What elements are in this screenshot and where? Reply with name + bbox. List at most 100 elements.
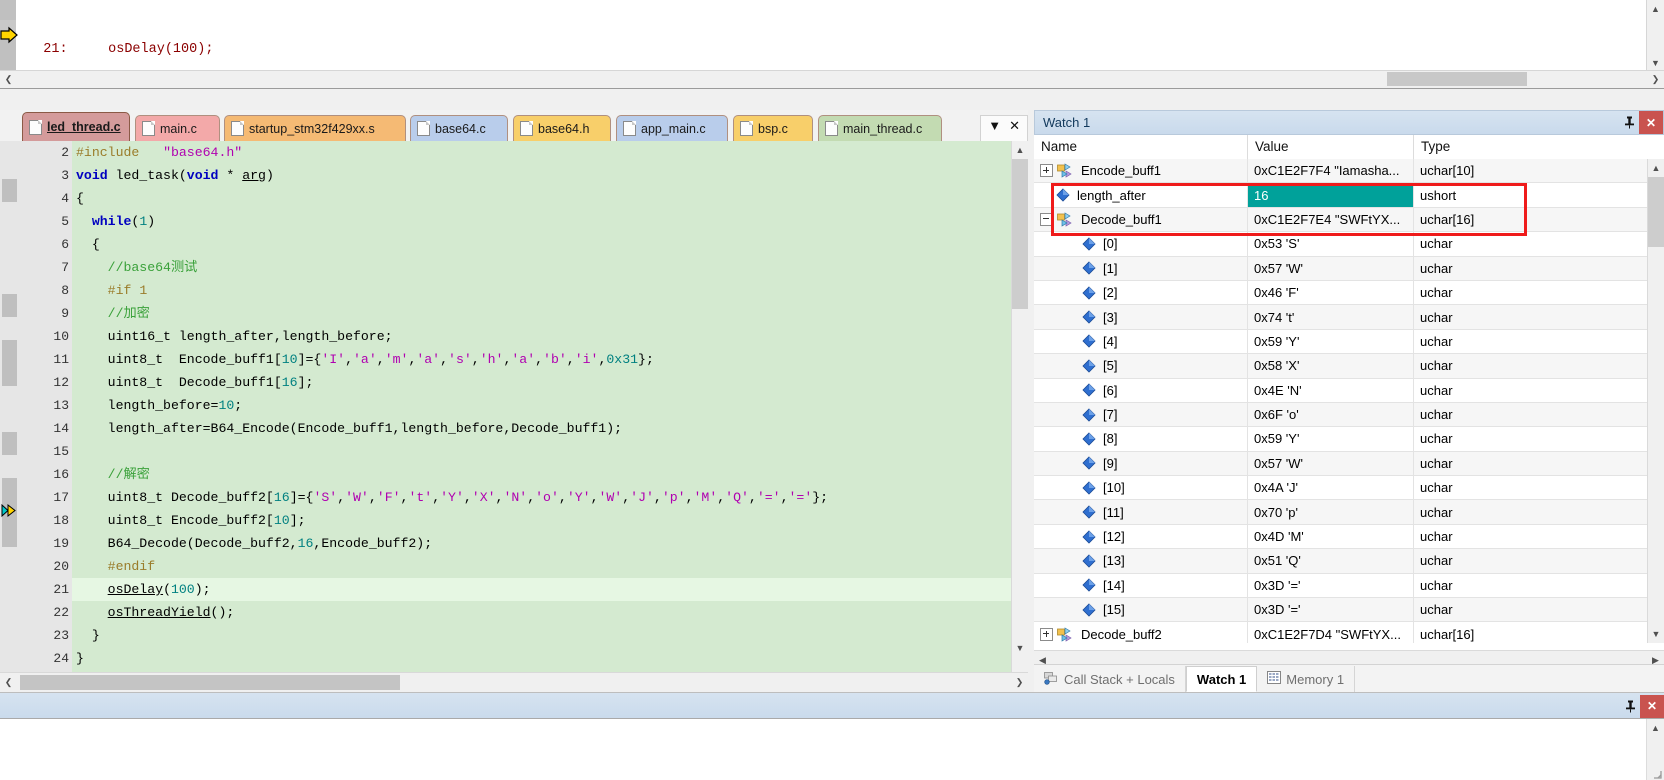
editor-tab-bar[interactable]: led_thread.c main.c startup_stm32f429xx.s b… [0, 110, 1028, 143]
watch-row[interactable]: [6] 0x4E 'N' uchar [1034, 378, 1648, 403]
code-line[interactable]: //解密 [72, 463, 1028, 486]
code-line[interactable]: uint8_t Decode_buff1[16]; [72, 371, 1028, 394]
watch-cell-name[interactable]: [15] [1034, 598, 1248, 622]
watch-cell-value[interactable]: 0x57 'W' [1248, 451, 1414, 476]
tab-close-icon[interactable]: ✕ [1009, 119, 1020, 132]
watch-row[interactable]: [9] 0x57 'W' uchar [1034, 451, 1648, 477]
watch-row[interactable]: [12] 0x4D 'M' uchar [1034, 524, 1648, 550]
scroll-down-icon[interactable]: ▼ [1012, 639, 1028, 656]
disassembly-pane[interactable]: 21: osDelay(100); 0x08006676 2064 MOVS r… [0, 0, 1664, 89]
watch-cell-name[interactable]: [12] [1034, 524, 1248, 549]
editor-tab-app-main-c[interactable]: app_main.c [616, 115, 728, 141]
scroll-down-icon[interactable]: ▼ [1647, 54, 1664, 71]
column-header-value[interactable]: Value [1248, 135, 1414, 159]
editor-tab-bsp-c[interactable]: bsp.c [733, 115, 813, 141]
watch-rows[interactable]: Encode_buff1 0xC1E2F7F4 "Iamasha... uchar[… [1034, 159, 1648, 643]
scroll-down-icon[interactable]: ▼ [1648, 625, 1664, 642]
watch-row[interactable]: [1] 0x57 'W' uchar [1034, 256, 1648, 281]
scroll-left-icon[interactable]: ❮ [0, 71, 17, 88]
watch-row[interactable]: [14] 0x3D '=' uchar [1034, 573, 1648, 599]
watch-cell-value[interactable]: 0x53 'S' [1248, 232, 1414, 256]
watch-table[interactable]: Name Value Type Encode_buff1 0xC1E2F7F4 "… [1034, 135, 1664, 665]
watch-cell-name[interactable]: [7] [1034, 402, 1248, 427]
code-gutter[interactable] [0, 141, 18, 673]
code-line[interactable]: uint8_t Encode_buff1[10]={'I','a','m','a… [72, 348, 1028, 371]
watch-row[interactable]: [15] 0x3D '=' uchar [1034, 598, 1648, 623]
watch-row[interactable]: [11] 0x70 'p' uchar [1034, 500, 1648, 525]
disassembly-hscrollbar[interactable]: ❮ ❯ [0, 70, 1664, 88]
watch-row[interactable]: [2] 0x46 'F' uchar [1034, 280, 1648, 306]
code-line[interactable]: } [72, 647, 1028, 670]
code-line[interactable]: osThreadYield(); [72, 601, 1028, 624]
watch-vscrollbar[interactable]: ▲ ▼ [1647, 159, 1664, 643]
editor-tab-main-c[interactable]: main.c [135, 115, 220, 141]
watch-cell-name[interactable]: [10] [1034, 476, 1248, 500]
scroll-up-icon[interactable]: ▲ [1647, 0, 1664, 17]
code-line[interactable]: //base64测试 [72, 256, 1028, 279]
watch-cell-value[interactable]: 0x57 'W' [1248, 256, 1414, 280]
watch-row[interactable]: Decode_buff1 0xC1E2F7E4 "SWFtYX... uchar[1… [1034, 207, 1648, 233]
watch-tab-call-stack-locals[interactable]: Call Stack + Locals [1034, 666, 1186, 692]
watch-cell-value[interactable]: 0x59 'Y' [1248, 329, 1414, 354]
editor-tab-base64-h[interactable]: base64.h [513, 115, 611, 141]
editor-tab-led-thread-c[interactable]: led_thread.c [22, 112, 130, 141]
watch-cell-name[interactable]: [0] [1034, 232, 1248, 256]
watch-row[interactable]: [0] 0x53 'S' uchar [1034, 232, 1648, 257]
close-icon[interactable]: ✕ [1639, 111, 1663, 134]
watch-cell-name[interactable]: length_after [1034, 183, 1248, 207]
editor-tab-base64-c[interactable]: base64.c [410, 115, 508, 141]
code-line[interactable]: B64_Decode(Decode_buff2,16,Encode_buff2)… [72, 532, 1028, 555]
watch-cell-value[interactable]: 16 [1248, 183, 1414, 207]
editor-tab-startup-stm32f429xx-s[interactable]: startup_stm32f429xx.s [224, 115, 406, 141]
watch-row[interactable]: Encode_buff1 0xC1E2F7F4 "Iamasha... uchar[… [1034, 159, 1648, 184]
vscroll-thumb[interactable] [1012, 159, 1028, 309]
code-line[interactable]: #if 1 [72, 279, 1028, 302]
expand-icon[interactable] [1040, 164, 1053, 178]
code-line[interactable]: { [72, 187, 1028, 210]
watch-cell-name[interactable]: [5] [1034, 354, 1248, 378]
scroll-up-icon[interactable]: ▲ [1648, 159, 1664, 176]
watch-cell-value[interactable]: 0x6F 'o' [1248, 402, 1414, 427]
vscroll-thumb[interactable] [1648, 177, 1664, 247]
collapse-icon[interactable] [1040, 212, 1053, 226]
scroll-up-icon[interactable]: ▲ [1647, 719, 1664, 736]
code-line[interactable]: uint8_t Decode_buff2[16]={'S','W','F','t… [72, 486, 1028, 509]
watch-cell-name[interactable]: [1] [1034, 256, 1248, 280]
watch-cell-value[interactable]: 0xC1E2F7F4 "Iamasha... [1248, 159, 1414, 183]
watch-row[interactable]: [10] 0x4A 'J' uchar [1034, 476, 1648, 501]
code-line[interactable]: uint8_t Encode_buff2[10]; [72, 509, 1028, 532]
code-line[interactable]: { [72, 233, 1028, 256]
hscroll-thumb[interactable] [1387, 72, 1527, 86]
watch-row[interactable]: [13] 0x51 'Q' uchar [1034, 549, 1648, 574]
code-text[interactable]: #include "base64.h" void led_task(void * … [72, 141, 1028, 673]
scroll-left-icon[interactable]: ❮ [0, 674, 17, 691]
watch-tab-memory-1[interactable]: Memory 1 [1257, 666, 1356, 692]
watch-cell-value[interactable]: 0x46 'F' [1248, 280, 1414, 305]
watch-cell-name[interactable]: [13] [1034, 549, 1248, 573]
watch-cell-value[interactable]: 0xC1E2F7D4 "SWFtYX... [1248, 622, 1414, 643]
watch-row[interactable]: [8] 0x59 'Y' uchar [1034, 427, 1648, 452]
watch-row[interactable]: Decode_buff2 0xC1E2F7D4 "SWFtYX... uchar[1… [1034, 622, 1648, 643]
watch-row[interactable]: length_after 16 ushort [1034, 183, 1648, 208]
watch-row[interactable]: [5] 0x58 'X' uchar [1034, 354, 1648, 379]
watch-bottom-tabs[interactable]: Call Stack + Locals Watch 1 Memory 1 [1034, 664, 1664, 692]
watch-cell-value[interactable]: 0x74 't' [1248, 305, 1414, 329]
column-header-name[interactable]: Name [1034, 135, 1248, 159]
watch-tab-watch-1[interactable]: Watch 1 [1185, 666, 1258, 692]
watch-cell-name[interactable]: [3] [1034, 305, 1248, 329]
watch-cell-value[interactable]: 0x58 'X' [1248, 354, 1414, 378]
watch-cell-value[interactable]: 0xC1E2F7E4 "SWFtYX... [1248, 207, 1414, 232]
watch-cell-name[interactable]: [2] [1034, 280, 1248, 305]
watch-row[interactable]: [7] 0x6F 'o' uchar [1034, 402, 1648, 428]
code-line[interactable]: } [72, 624, 1028, 647]
code-line[interactable]: #include "base64.h" [72, 141, 1028, 164]
watch-cell-name[interactable]: Decode_buff2 [1034, 622, 1248, 643]
pin-icon[interactable] [1619, 111, 1639, 134]
column-header-type[interactable]: Type [1414, 135, 1648, 159]
code-line[interactable]: void led_task(void * arg) [72, 164, 1028, 187]
watch-cell-value[interactable]: 0x4D 'M' [1248, 524, 1414, 549]
expand-icon[interactable] [1040, 627, 1053, 641]
code-line[interactable]: uint16_t length_after,length_before; [72, 325, 1028, 348]
pin-icon[interactable] [1620, 695, 1640, 718]
code-line[interactable]: length_before=10; [72, 394, 1028, 417]
